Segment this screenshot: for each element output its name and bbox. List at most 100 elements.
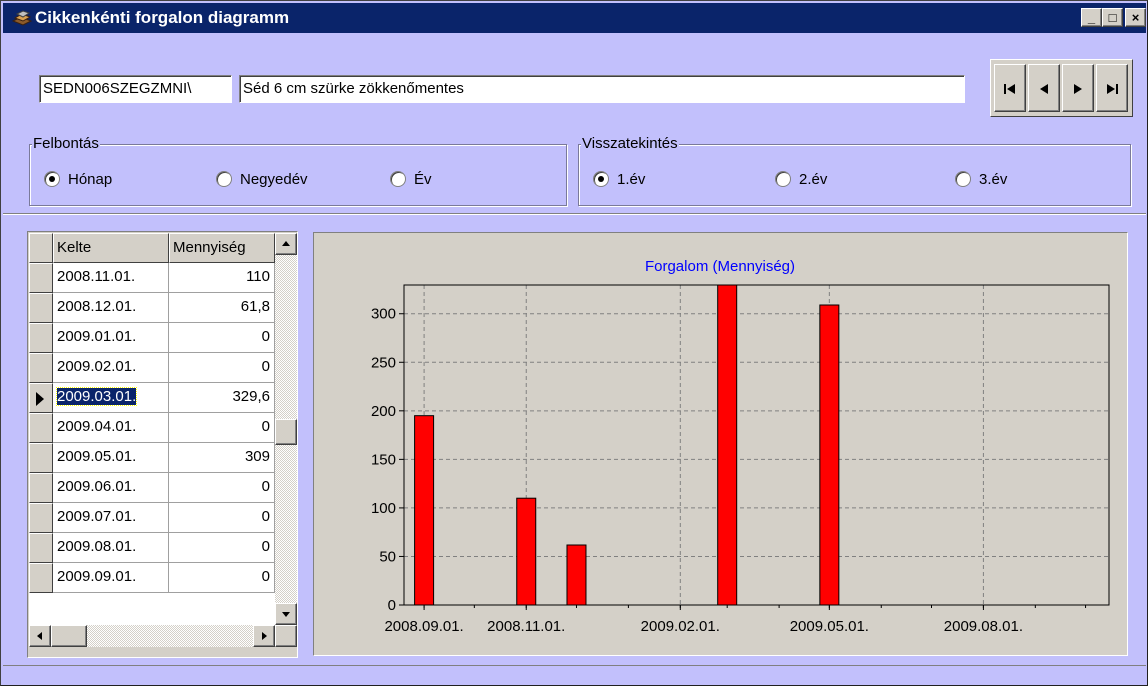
cell-quantity[interactable]: 0 xyxy=(169,503,275,533)
cell-date[interactable]: 2009.07.01. xyxy=(53,503,169,533)
cell-date[interactable]: 2009.08.01. xyxy=(53,533,169,563)
row-indicator[interactable] xyxy=(29,563,53,593)
cell-quantity[interactable]: 329,6 xyxy=(169,383,275,413)
row-indicator[interactable] xyxy=(29,323,53,353)
x-tick-label: 2009.08.01. xyxy=(944,618,1023,635)
table-row[interactable]: 2009.08.01. 0 xyxy=(29,533,275,563)
vertical-scrollbar[interactable] xyxy=(275,233,297,625)
bar xyxy=(566,544,587,606)
row-indicator[interactable] xyxy=(29,443,53,473)
scroll-left-button[interactable] xyxy=(29,625,51,647)
table-row[interactable]: 2009.06.01. 0 xyxy=(29,473,275,503)
cell-date[interactable]: 2009.06.01. xyxy=(53,473,169,503)
cell-quantity[interactable]: 0 xyxy=(169,323,275,353)
table-row[interactable]: 2009.09.01. 0 xyxy=(29,563,275,593)
radio-indicator xyxy=(216,171,232,187)
vertical-scroll-thumb[interactable] xyxy=(275,419,297,445)
cell-date-text: 2009.01.01. xyxy=(57,328,137,345)
cell-quantity[interactable]: 0 xyxy=(169,413,275,443)
row-indicator[interactable] xyxy=(29,353,53,383)
first-record-icon xyxy=(1004,83,1015,94)
cell-quantity[interactable]: 0 xyxy=(169,473,275,503)
first-record-button[interactable] xyxy=(994,64,1026,112)
cell-date[interactable]: 2009.02.01. xyxy=(53,353,169,383)
cell-date[interactable]: 2009.05.01. xyxy=(53,443,169,473)
previous-record-button[interactable] xyxy=(1028,64,1060,112)
row-indicator[interactable] xyxy=(29,503,53,533)
row-indicator[interactable] xyxy=(29,263,53,293)
row-indicator[interactable] xyxy=(29,413,53,443)
y-tick-label: 50 xyxy=(379,548,396,565)
minimize-button[interactable]: _ xyxy=(1081,8,1102,27)
bar-chart: 0 50 100 150 200 250 300 2008.09.01. 2008.11.01.… xyxy=(371,258,1110,635)
horizontal-scrollbar[interactable] xyxy=(29,625,297,647)
data-grid[interactable]: Kelte Mennyiség 2008.11.01. 110 2008.12.01… xyxy=(27,231,298,658)
scroll-down-button[interactable] xyxy=(275,603,297,625)
y-tick-label: 300 xyxy=(371,306,396,323)
row-indicator[interactable] xyxy=(29,293,53,323)
column-header-quantity[interactable]: Mennyiség xyxy=(169,233,275,263)
table-row[interactable]: 2009.02.01. 0 xyxy=(29,353,275,383)
table-row[interactable]: 2009.07.01. 0 xyxy=(29,503,275,533)
radio-quarter[interactable]: Negyedév xyxy=(216,171,308,191)
y-tick-label: 250 xyxy=(371,354,396,371)
cell-date[interactable]: 2009.01.01. xyxy=(53,323,169,353)
plot-area xyxy=(404,285,1109,605)
cell-date[interactable]: 2009.04.01. xyxy=(53,413,169,443)
scroll-up-button[interactable] xyxy=(275,233,297,255)
column-header-date[interactable]: Kelte xyxy=(53,233,169,263)
radio-year[interactable]: Év xyxy=(390,171,432,191)
scroll-right-button[interactable] xyxy=(253,625,275,647)
cell-date-text: 2009.09.01. xyxy=(57,568,137,585)
item-code-field[interactable]: SEDN006SZEGZMNI\ xyxy=(39,75,232,103)
row-indicator[interactable] xyxy=(29,383,53,413)
lookback-label: Visszatekintés xyxy=(581,135,679,152)
radio-3-year[interactable]: 3.év xyxy=(955,171,1007,191)
cell-date[interactable]: 2008.11.01. xyxy=(53,263,169,293)
row-indicator[interactable] xyxy=(29,533,53,563)
table-row[interactable]: 2009.05.01. 309 xyxy=(29,443,275,473)
radio-indicator xyxy=(390,171,406,187)
cell-quantity[interactable]: 0 xyxy=(169,563,275,593)
cell-date-text: 2009.02.01. xyxy=(57,358,137,375)
status-strip xyxy=(3,665,1146,683)
cell-quantity[interactable]: 61,8 xyxy=(169,293,275,323)
scroll-corner xyxy=(275,625,297,647)
table-row[interactable]: 2008.11.01. 110 xyxy=(29,263,275,293)
y-tick-label: 150 xyxy=(371,451,396,468)
cell-quantity[interactable]: 0 xyxy=(169,533,275,563)
maximize-button[interactable]: □ xyxy=(1102,8,1123,27)
main-window: Cikkenkénti forgalon diagramm _ □ × SEDN… xyxy=(0,0,1148,686)
last-record-button[interactable] xyxy=(1096,64,1128,112)
bar xyxy=(516,497,537,606)
bar xyxy=(717,284,738,606)
cell-date[interactable]: 2008.12.01. xyxy=(53,293,169,323)
table-row[interactable]: 2009.04.01. 0 xyxy=(29,413,275,443)
chart-panel: 0 50 100 150 200 250 300 2008.09.01. 2008.11.01.… xyxy=(313,232,1128,656)
title-bar[interactable]: Cikkenkénti forgalon diagramm _ □ × xyxy=(3,3,1146,33)
radio-indicator xyxy=(44,171,60,187)
table-row[interactable]: 2009.03.01. 329,6 xyxy=(29,383,275,413)
row-indicator[interactable] xyxy=(29,473,53,503)
cell-date-text: 2009.07.01. xyxy=(57,508,137,525)
close-button[interactable]: × xyxy=(1125,8,1146,27)
scroll-up-icon xyxy=(282,241,290,246)
radio-indicator xyxy=(955,171,971,187)
horizontal-scroll-thumb[interactable] xyxy=(51,625,87,647)
next-record-button[interactable] xyxy=(1062,64,1094,112)
radio-1-year-label: 1.év xyxy=(617,171,646,188)
radio-2-year[interactable]: 2.év xyxy=(775,171,827,191)
radio-1-year[interactable]: 1.év xyxy=(593,171,645,191)
cell-quantity[interactable]: 110 xyxy=(169,263,275,293)
cell-quantity[interactable]: 309 xyxy=(169,443,275,473)
table-row[interactable]: 2008.12.01. 61,8 xyxy=(29,293,275,323)
radio-indicator xyxy=(593,171,609,187)
item-name-field[interactable]: Séd 6 cm szürke zökkenőmentes xyxy=(239,75,965,103)
cell-quantity[interactable]: 0 xyxy=(169,353,275,383)
radio-month[interactable]: Hónap xyxy=(44,171,112,191)
cell-date-text: 2009.04.01. xyxy=(57,418,137,435)
cell-date[interactable]: 2009.09.01. xyxy=(53,563,169,593)
table-row[interactable]: 2009.01.01. 0 xyxy=(29,323,275,353)
radio-year-label: Év xyxy=(414,171,432,188)
cell-date[interactable]: 2009.03.01. xyxy=(53,383,169,413)
